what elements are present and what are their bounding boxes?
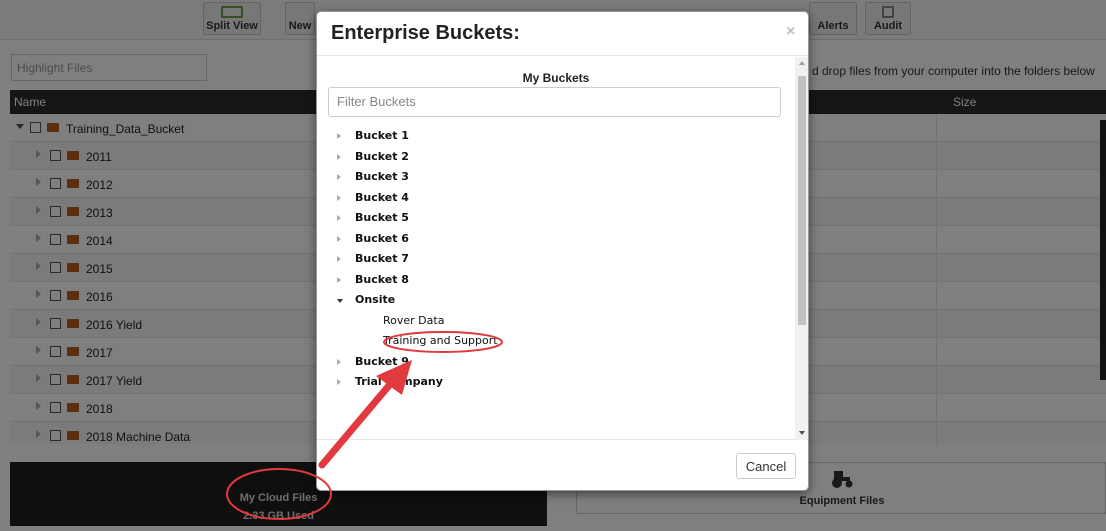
annotation-arrow-shaft: [318, 378, 396, 469]
highlight-ellipse-cloud: [226, 468, 332, 520]
highlight-ellipse-training: [383, 331, 503, 353]
annotation-layer: [226, 331, 503, 520]
